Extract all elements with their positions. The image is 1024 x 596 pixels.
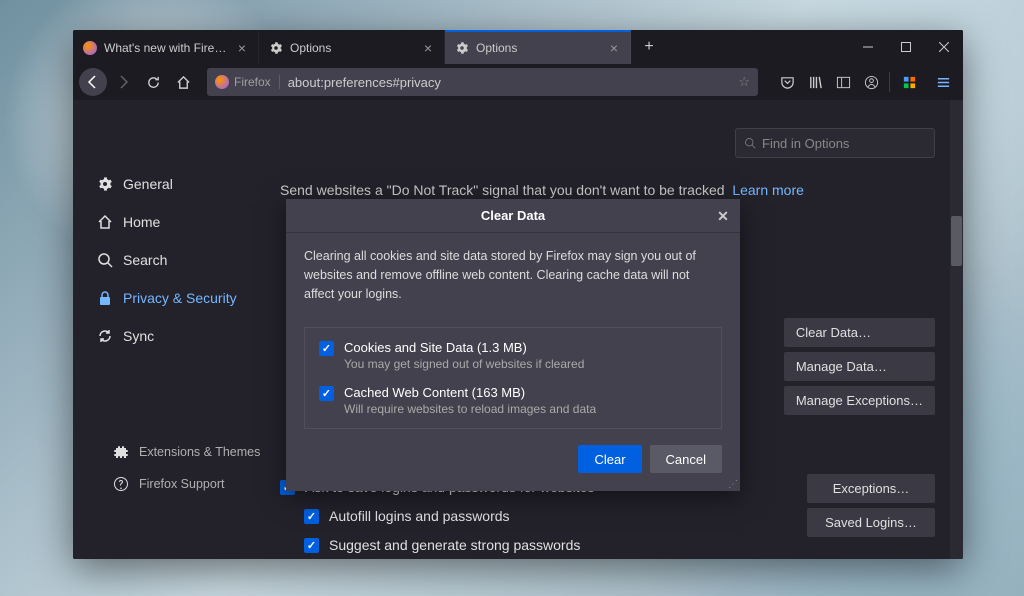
sidebar-item-label: Sync xyxy=(123,328,154,344)
help-icon xyxy=(113,476,129,492)
clear-button[interactable]: Clear xyxy=(578,445,641,473)
puzzle-icon xyxy=(113,444,129,460)
dialog-title: Clear Data xyxy=(481,208,545,223)
autofill-logins-checkbox[interactable]: Autofill logins and passwords xyxy=(304,503,594,529)
cancel-button[interactable]: Cancel xyxy=(650,445,722,473)
close-tab-icon[interactable]: × xyxy=(606,39,622,57)
sidebar-item-extensions[interactable]: Extensions & Themes xyxy=(105,437,280,467)
preferences-content: General Home Search Privacy & Security S… xyxy=(73,100,963,559)
sidebar-item-support[interactable]: Firefox Support xyxy=(105,469,280,499)
close-window-button[interactable] xyxy=(925,30,963,64)
cookies-option[interactable]: Cookies and Site Data (1.3 MB) You may g… xyxy=(319,340,707,371)
option-sublabel: You may get signed out of websites if cl… xyxy=(344,357,584,371)
menu-button[interactable] xyxy=(929,68,957,96)
checkbox-icon xyxy=(319,341,334,356)
library-icon[interactable] xyxy=(802,68,828,96)
sidebar-item-general[interactable]: General xyxy=(89,166,280,202)
tab-label: What's new with Firefox xyxy=(104,41,227,55)
home-icon xyxy=(97,214,113,230)
firefox-icon xyxy=(215,75,229,89)
option-label: Cookies and Site Data (1.3 MB) xyxy=(344,340,584,355)
checkbox-icon xyxy=(319,386,334,401)
dialog-footer: Clear Cancel xyxy=(286,429,740,491)
exceptions-button[interactable]: Exceptions… xyxy=(807,474,935,503)
sidebar-item-label: Firefox Support xyxy=(139,477,224,491)
sidebar-item-privacy[interactable]: Privacy & Security xyxy=(89,280,280,316)
titlebar: What's new with Firefox × Options × Opti… xyxy=(73,30,963,64)
sidebar-item-home[interactable]: Home xyxy=(89,204,280,240)
clear-data-dialog: Clear Data ✕ Clearing all cookies and si… xyxy=(286,199,740,491)
maximize-button[interactable] xyxy=(887,30,925,64)
scrollbar[interactable] xyxy=(950,100,963,559)
suggest-passwords-checkbox[interactable]: Suggest and generate strong passwords xyxy=(304,532,594,558)
option-sublabel: Will require websites to reload images a… xyxy=(344,402,596,416)
url-text: about:preferences#privacy xyxy=(288,75,731,90)
lock-icon xyxy=(97,290,113,306)
minimize-button[interactable] xyxy=(849,30,887,64)
window-controls xyxy=(849,30,963,64)
pocket-icon[interactable] xyxy=(774,68,800,96)
sidebar-item-label: Search xyxy=(123,252,167,268)
saved-logins-button[interactable]: Saved Logins… xyxy=(807,508,935,537)
search-icon xyxy=(744,137,756,149)
dialog-options: Cookies and Site Data (1.3 MB) You may g… xyxy=(304,327,722,429)
sidebar-item-label: General xyxy=(123,176,173,192)
dnt-description: Send websites a "Do Not Track" signal th… xyxy=(280,182,935,198)
sidebar-item-search[interactable]: Search xyxy=(89,242,280,278)
manage-data-button[interactable]: Manage Data… xyxy=(784,352,935,381)
reload-button[interactable] xyxy=(139,68,167,96)
dialog-titlebar: Clear Data ✕ xyxy=(286,199,740,233)
clear-data-button[interactable]: Clear Data… xyxy=(784,318,935,347)
tab-label: Options xyxy=(290,41,331,55)
url-bar[interactable]: Firefox about:preferences#privacy ☆ xyxy=(207,68,758,96)
cache-option[interactable]: Cached Web Content (163 MB) Will require… xyxy=(319,385,707,416)
close-tab-icon[interactable]: × xyxy=(234,39,250,57)
scrollbar-thumb[interactable] xyxy=(951,216,962,266)
sidebar-item-label: Privacy & Security xyxy=(123,290,237,306)
bookmark-star-icon[interactable]: ☆ xyxy=(738,74,750,90)
find-in-options-input[interactable]: Find in Options xyxy=(735,128,935,158)
close-tab-icon[interactable]: × xyxy=(420,39,436,57)
navbar: Firefox about:preferences#privacy ☆ xyxy=(73,64,963,100)
option-label: Cached Web Content (163 MB) xyxy=(344,385,596,400)
checkbox-icon xyxy=(304,509,319,524)
sidebar-item-label: Home xyxy=(123,214,160,230)
sidebar-item-label: Extensions & Themes xyxy=(139,445,260,459)
sync-icon xyxy=(97,328,113,344)
new-tab-button[interactable]: + xyxy=(631,30,667,64)
gear-icon xyxy=(455,41,469,55)
gear-icon xyxy=(97,176,113,192)
sidebar-item-sync[interactable]: Sync xyxy=(89,318,280,354)
tab-options-2[interactable]: Options × xyxy=(445,30,631,64)
dialog-description: Clearing all cookies and site data store… xyxy=(286,233,740,317)
firefox-icon xyxy=(83,41,97,55)
checkbox-icon xyxy=(304,538,319,553)
preferences-sidebar: General Home Search Privacy & Security S… xyxy=(73,100,280,559)
home-button[interactable] xyxy=(169,68,197,96)
sidebar-toggle-icon[interactable] xyxy=(830,68,856,96)
dialog-close-button[interactable]: ✕ xyxy=(712,205,734,227)
extension-icon[interactable] xyxy=(895,68,923,96)
firefox-window: What's new with Firefox × Options × Opti… xyxy=(73,30,963,559)
forward-button[interactable] xyxy=(109,68,137,96)
manage-exceptions-button[interactable]: Manage Exceptions… xyxy=(784,386,935,415)
tab-label: Options xyxy=(476,41,517,55)
resize-handle[interactable]: ⋰ xyxy=(728,479,738,489)
gear-icon xyxy=(269,41,283,55)
tab-whats-new[interactable]: What's new with Firefox × xyxy=(73,30,259,64)
search-icon xyxy=(97,252,113,268)
account-icon[interactable] xyxy=(858,68,884,96)
tab-options-1[interactable]: Options × xyxy=(259,30,445,64)
back-button[interactable] xyxy=(79,68,107,96)
identity-box[interactable]: Firefox xyxy=(215,75,280,89)
learn-more-link[interactable]: Learn more xyxy=(732,182,804,198)
